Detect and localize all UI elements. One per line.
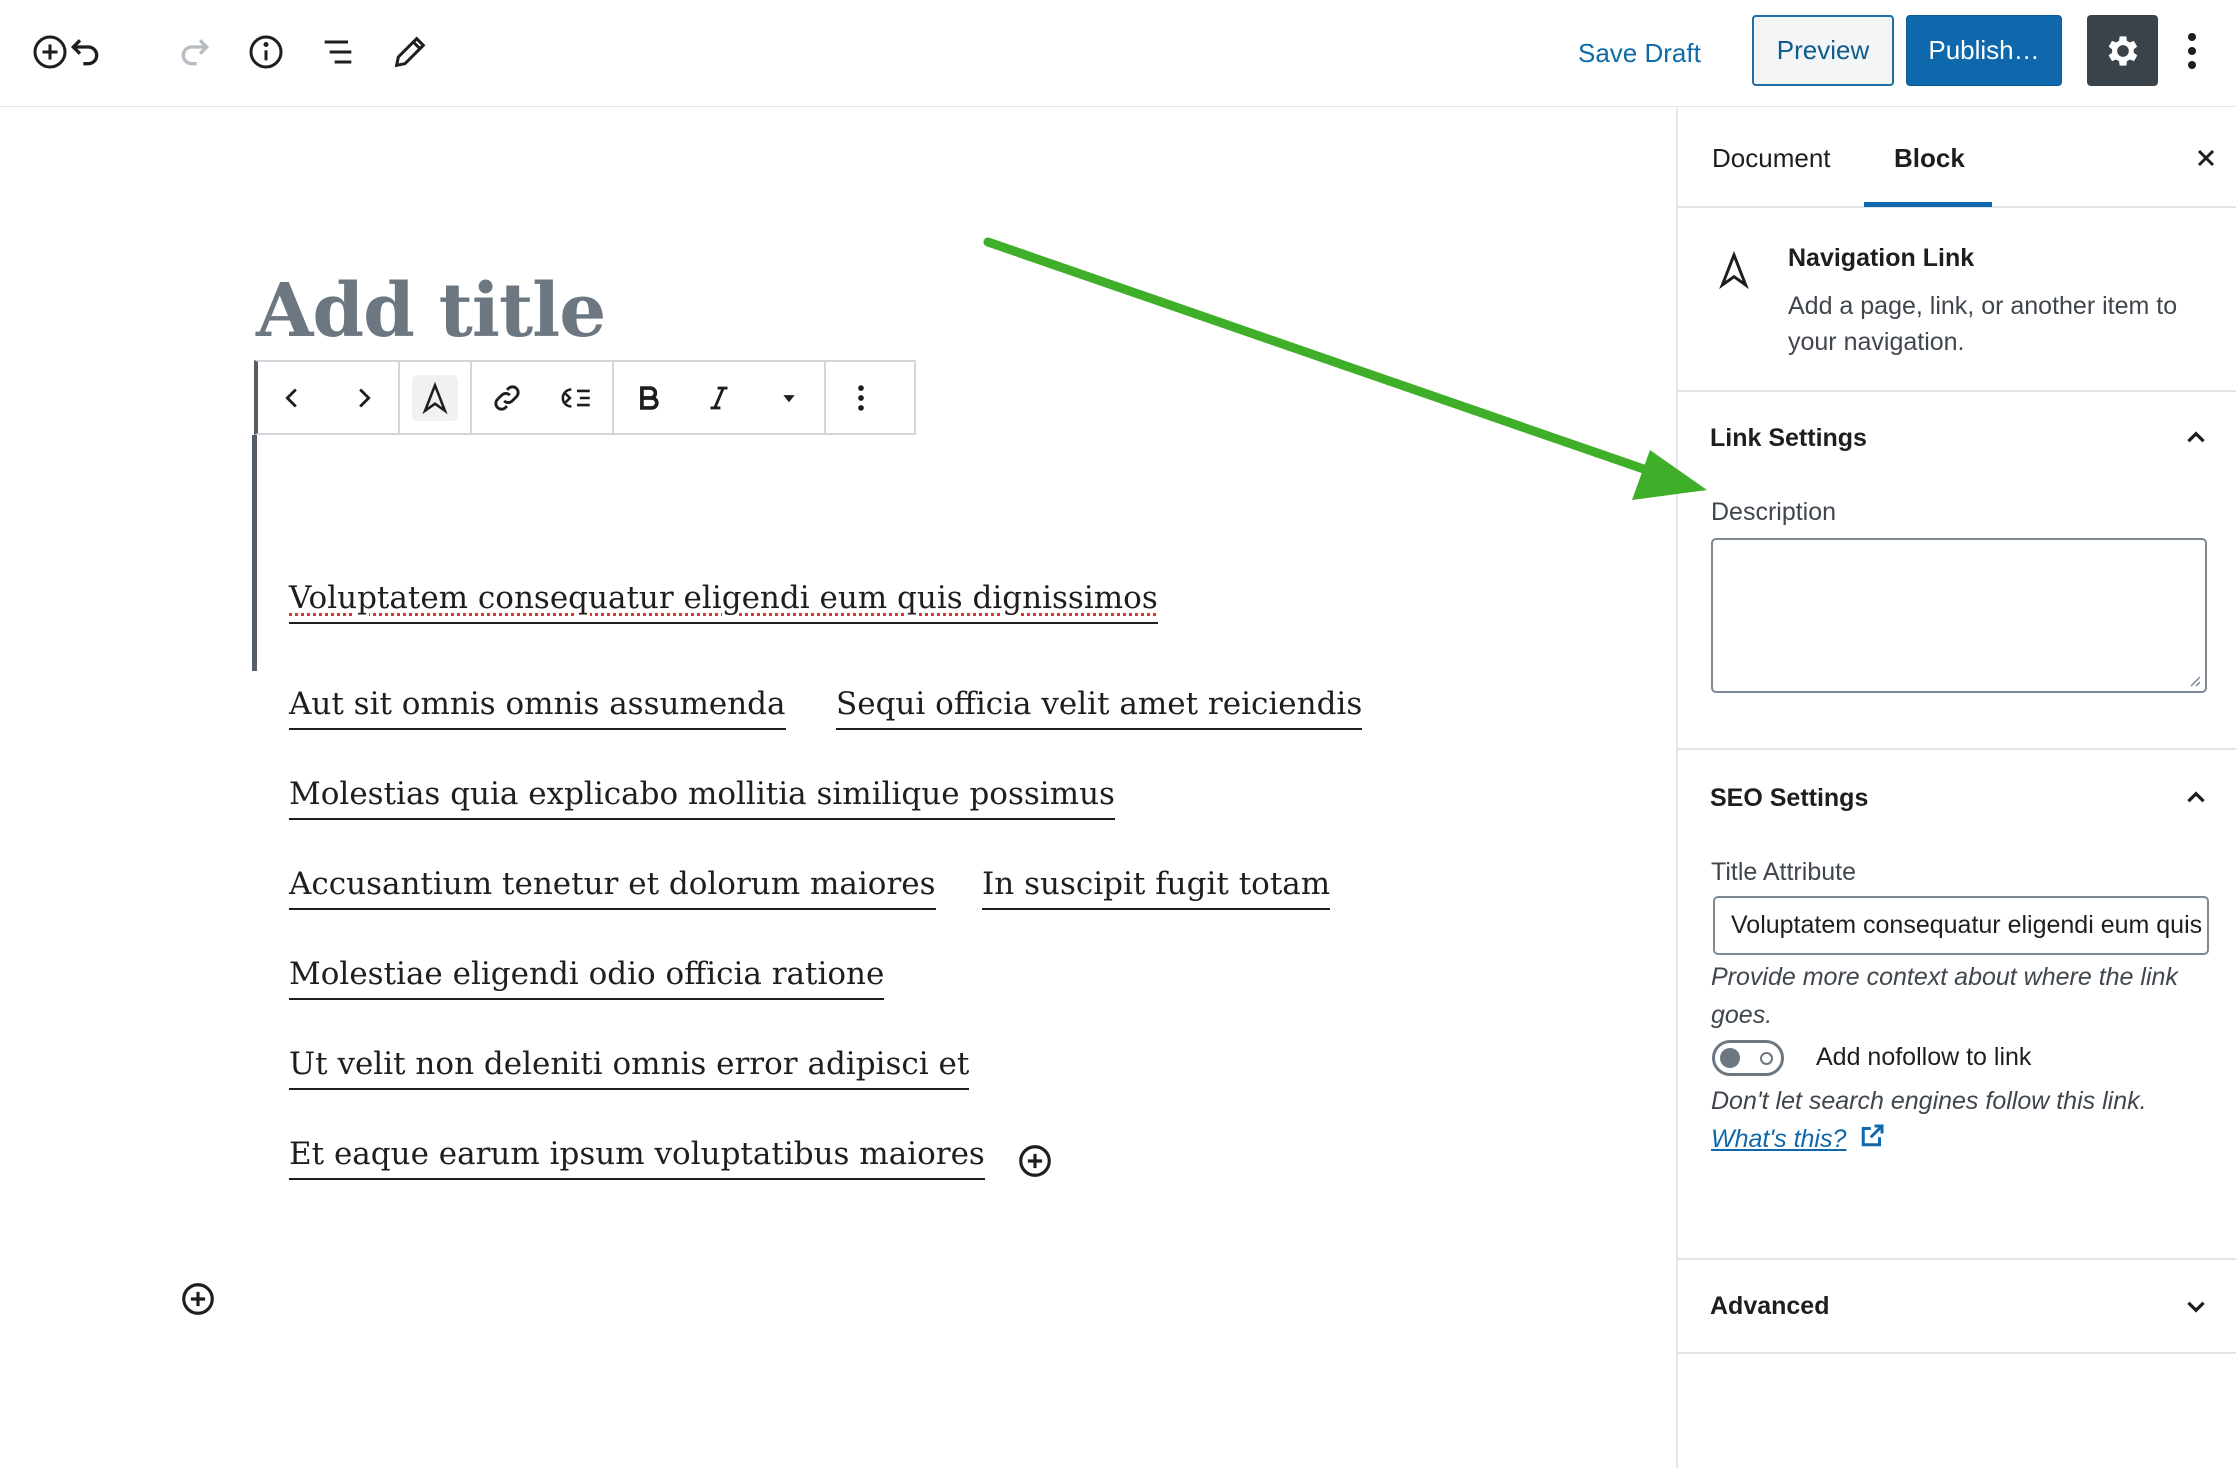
close-sidebar-button[interactable] <box>2190 142 2222 174</box>
nav-link[interactable]: Et eaque earum ipsum voluptatibus maiore… <box>289 1136 985 1180</box>
title-attribute-help: Provide more context about where the lin… <box>1711 963 2178 1029</box>
bold-icon <box>640 385 659 410</box>
bold-button[interactable] <box>614 362 684 433</box>
block-card-title: Navigation Link <box>1788 244 1975 272</box>
seo-settings-panel: SEO Settings Title Attribute Voluptatem … <box>1678 750 2236 1260</box>
advanced-toggle[interactable]: Advanced <box>1710 1292 1829 1321</box>
add-block-icon <box>1019 1145 1051 1177</box>
chevron-up-icon[interactable] <box>2178 780 2214 816</box>
tab-document[interactable]: Document <box>1712 108 1831 208</box>
move-left-button[interactable] <box>258 362 328 433</box>
nav-link-selected[interactable]: Voluptatem consequatur eligendi eum quis… <box>289 580 1158 624</box>
external-link-icon[interactable] <box>1857 1121 1887 1151</box>
nav-link[interactable]: Molestias quia explicabo mollitia simili… <box>289 776 1115 820</box>
save-draft-button[interactable]: Save Draft <box>1566 26 1713 80</box>
block-toolbar <box>254 360 916 435</box>
resize-grip-icon[interactable] <box>2187 673 2201 687</box>
navigation-link-icon <box>422 381 448 414</box>
redo-icon[interactable] <box>165 22 225 82</box>
nav-link[interactable]: Aut sit omnis omnis assumenda <box>289 686 786 730</box>
navigation-link-icon <box>1719 250 1749 290</box>
toolbar-group-move <box>258 362 400 433</box>
chevron-right-icon <box>359 387 371 408</box>
add-submenu-button[interactable] <box>542 362 612 433</box>
nav-link[interactable]: Molestiae eligendi odio officia ratione <box>289 956 885 1000</box>
toolbar-group-more <box>826 362 896 433</box>
toolbar-group-format <box>614 362 826 433</box>
selected-block-indicator <box>252 435 257 671</box>
add-nav-link-button[interactable] <box>1015 1141 1055 1181</box>
move-right-button[interactable] <box>328 362 398 433</box>
tab-block[interactable]: Block <box>1894 108 1965 208</box>
italic-icon <box>710 386 728 409</box>
close-icon <box>2197 149 2215 167</box>
editor-header: Save Draft Preview Publish… <box>0 0 2236 107</box>
more-vertical-icon <box>858 384 864 411</box>
nav-link[interactable]: In suscipit fugit totam <box>982 866 1331 910</box>
more-formats-button[interactable] <box>754 362 824 433</box>
toolbar-group-link <box>472 362 614 433</box>
link-settings-toggle[interactable]: Link Settings <box>1710 424 1867 453</box>
nav-link[interactable]: Ut velit non deleniti omnis error adipis… <box>289 1046 970 1090</box>
undo-icon[interactable] <box>55 22 115 82</box>
block-card-description: Add a page, link, or another item to you… <box>1788 292 2178 356</box>
sidebar-tabs: Document Block <box>1678 108 2236 208</box>
add-block-icon <box>182 1283 214 1315</box>
chevron-down-icon[interactable] <box>2178 1288 2214 1324</box>
toolbar-group-block-type <box>400 362 472 433</box>
nofollow-help-text: Don't let search engines follow this lin… <box>1711 1087 2147 1115</box>
gear-icon <box>2108 35 2137 66</box>
title-attribute-label: Title Attribute <box>1711 858 1856 886</box>
add-block-button[interactable] <box>178 1279 218 1319</box>
link-settings-panel: Link Settings Description <box>1678 392 2236 750</box>
info-icon[interactable] <box>236 22 296 82</box>
nofollow-label: Add nofollow to link <box>1816 1043 2032 1071</box>
description-label: Description <box>1711 498 1837 526</box>
more-options-button[interactable] <box>2176 20 2208 82</box>
block-card: Navigation Link Add a page, link, or ano… <box>1678 208 2236 392</box>
more-vertical-icon <box>2188 33 2196 69</box>
advanced-panel: Advanced <box>1678 1260 2236 1354</box>
publish-button[interactable]: Publish… <box>1906 15 2062 86</box>
whats-this-link[interactable]: What's this? <box>1711 1125 1846 1153</box>
settings-sidebar: Document Block Navigation Link Add a pag… <box>1676 108 2236 1468</box>
caret-down-icon <box>783 394 795 402</box>
italic-button[interactable] <box>684 362 754 433</box>
description-textarea[interactable] <box>1711 538 2207 693</box>
nav-link[interactable]: Sequi officia velit amet reiciendis <box>836 686 1363 730</box>
nav-link[interactable]: Accusantium tenetur et dolorum maiores <box>289 866 936 910</box>
submenu-icon <box>561 387 590 408</box>
title-attribute-input[interactable]: Voluptatem consequatur eligendi eum quis… <box>1713 896 2209 955</box>
block-type-button[interactable] <box>400 362 470 433</box>
block-options-button[interactable] <box>826 362 896 433</box>
nofollow-toggle[interactable] <box>1712 1040 1784 1076</box>
tools-pencil-icon[interactable] <box>380 22 440 82</box>
preview-button[interactable]: Preview <box>1752 15 1894 86</box>
link-icon <box>494 384 520 411</box>
chevron-up-icon[interactable] <box>2178 420 2214 456</box>
seo-settings-toggle[interactable]: SEO Settings <box>1710 784 1868 813</box>
post-title-input[interactable]: Add title <box>256 268 606 354</box>
nofollow-help: Don't let search engines follow this lin… <box>1711 1082 2221 1158</box>
link-button[interactable] <box>472 362 542 433</box>
list-view-icon[interactable] <box>308 22 368 82</box>
active-tab-indicator <box>1864 202 1992 207</box>
settings-button[interactable] <box>2087 15 2158 86</box>
chevron-left-icon <box>285 387 297 408</box>
